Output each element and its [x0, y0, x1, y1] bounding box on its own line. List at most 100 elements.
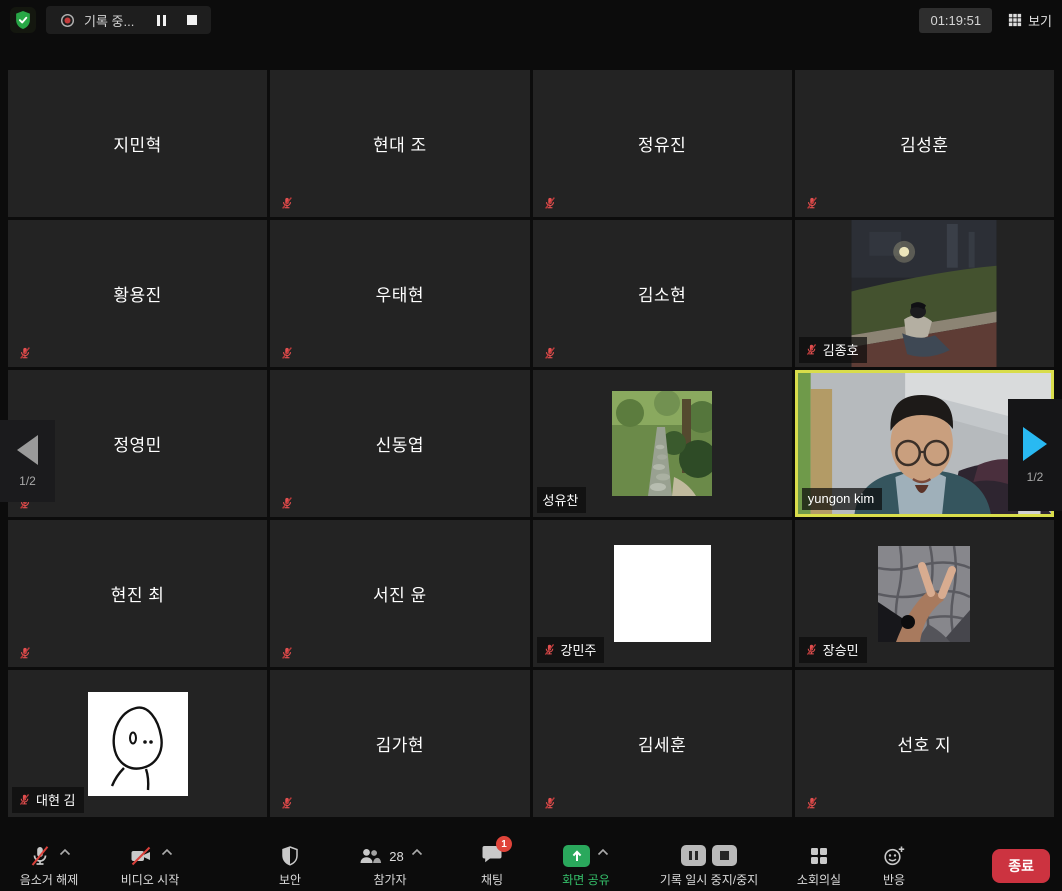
pause-recording-icon[interactable] — [157, 15, 166, 26]
view-button[interactable]: 보기 — [1008, 11, 1052, 30]
muted-mic-icon — [805, 796, 819, 810]
share-screen-icon — [563, 845, 590, 867]
view-label: 보기 — [1028, 11, 1052, 30]
recording-status-text: 기록 중... — [84, 11, 134, 30]
participant-name: 장승민 — [823, 640, 859, 659]
participant-name: 대현 김 — [36, 790, 76, 809]
breakout-rooms-icon — [807, 844, 831, 868]
unmute-button[interactable]: 음소거 해제 — [6, 844, 92, 888]
participant-name: 선호 지 — [795, 670, 1054, 817]
participant-name: 현진 최 — [8, 520, 267, 667]
muted-mic-icon — [543, 643, 556, 656]
tile-jangseungmin[interactable]: 장승민 — [795, 520, 1054, 667]
chevron-up-icon[interactable] — [411, 848, 423, 856]
tile-wootaehyun[interactable]: 우태현 — [270, 220, 529, 367]
record-dot-icon — [60, 13, 75, 28]
reactions-button[interactable]: 반응 — [864, 844, 924, 888]
participants-label: 참가자 — [373, 871, 406, 888]
stop-recording-button[interactable] — [712, 845, 737, 866]
tile-kimsohyun[interactable]: 김소현 — [533, 220, 792, 367]
tile-shindongyeop[interactable]: 신동엽 — [270, 370, 529, 517]
stop-recording-icon[interactable] — [187, 15, 197, 25]
tile-daehyun-kim[interactable]: 대현 김 — [8, 670, 267, 817]
shield-check-icon — [12, 9, 34, 31]
people-icon — [357, 844, 382, 868]
participant-name: 현대 조 — [270, 70, 529, 217]
recording-controls-label: 기록 일시 중지/중지 — [660, 871, 758, 888]
chevron-up-icon[interactable] — [161, 848, 173, 856]
muted-mic-icon — [805, 643, 818, 656]
participant-name: 서진 윤 — [270, 520, 529, 667]
participant-name: 김가현 — [270, 670, 529, 817]
muted-mic-icon — [543, 196, 557, 210]
chevron-left-icon — [17, 435, 38, 465]
tile-seojin-yoon[interactable]: 서진 윤 — [270, 520, 529, 667]
name-label: 김종호 — [799, 337, 867, 363]
chat-button[interactable]: 1 채팅 — [460, 844, 524, 888]
tile-kimjongho[interactable]: 김종호 — [795, 220, 1054, 367]
tile-hyundae-jo[interactable]: 현대 조 — [270, 70, 529, 217]
participant-name: 김세훈 — [533, 670, 792, 817]
tile-sunho-ji[interactable]: 선호 지 — [795, 670, 1054, 817]
top-bar: 기록 중... 01:19:51 보기 — [0, 0, 1062, 40]
participant-name: 성유찬 — [543, 490, 579, 509]
name-label: 성유찬 — [537, 487, 587, 513]
chevron-up-icon[interactable] — [59, 848, 71, 856]
breakout-rooms-button[interactable]: 소회의실 — [784, 844, 854, 888]
tile-jiminhyuk[interactable]: 지민혁 — [8, 70, 267, 217]
start-video-button[interactable]: 비디오 시작 — [98, 844, 202, 888]
tile-hyunjin-choi[interactable]: 현진 최 — [8, 520, 267, 667]
participant-grid: 지민혁 현대 조 정유진 김성훈 황용진 우태현 김소현 — [8, 70, 1054, 817]
name-label: yungon kim — [802, 488, 882, 510]
muted-mic-icon — [805, 196, 819, 210]
meeting-security-badge[interactable] — [10, 7, 36, 33]
muted-mic-icon — [543, 346, 557, 360]
meeting-timer: 01:19:51 — [919, 8, 992, 33]
recording-indicator: 기록 중... — [46, 6, 211, 34]
previous-page-button[interactable]: 1/2 — [0, 420, 55, 502]
name-label: 대현 김 — [12, 787, 84, 813]
participant-name: 신동엽 — [270, 370, 529, 517]
end-meeting-button[interactable]: 종료 — [992, 849, 1050, 883]
muted-mic-icon — [18, 646, 32, 660]
tile-seongyuchan[interactable]: 성유찬 — [533, 370, 792, 517]
muted-mic-icon — [280, 346, 294, 360]
avatar-forest-path — [612, 391, 712, 496]
muted-mic-icon — [805, 343, 818, 356]
name-label: 강민주 — [537, 637, 605, 663]
tile-kimsunghoon[interactable]: 김성훈 — [795, 70, 1054, 217]
share-screen-label: 화면 공유 — [562, 871, 610, 888]
page-indicator: 1/2 — [19, 474, 36, 488]
video-night-scene — [851, 220, 997, 367]
start-video-label: 비디오 시작 — [121, 871, 180, 888]
chevron-up-icon[interactable] — [597, 848, 609, 856]
participant-name: 지민혁 — [8, 70, 267, 217]
participant-name: 황용진 — [8, 220, 267, 367]
pause-recording-button[interactable] — [681, 845, 706, 866]
muted-mic-icon — [280, 196, 294, 210]
security-label: 보안 — [279, 871, 301, 888]
smiley-plus-icon — [882, 844, 906, 868]
tile-jeongyujin[interactable]: 정유진 — [533, 70, 792, 217]
unmute-label: 음소거 해제 — [20, 871, 79, 888]
avatar-white-square — [614, 545, 711, 642]
participant-name: 김소현 — [533, 220, 792, 367]
name-label: 장승민 — [799, 637, 867, 663]
chevron-right-icon — [1023, 427, 1047, 461]
tile-kimsehoon[interactable]: 김세훈 — [533, 670, 792, 817]
next-page-button[interactable]: 1/2 — [1008, 399, 1062, 511]
tile-hwangyongjin[interactable]: 황용진 — [8, 220, 267, 367]
security-button[interactable]: 보안 — [258, 844, 322, 888]
recording-controls[interactable]: 기록 일시 중지/중지 — [634, 844, 784, 888]
muted-mic-icon — [543, 796, 557, 810]
tile-kimgahyun[interactable]: 김가현 — [270, 670, 529, 817]
tile-kangminju[interactable]: 강민주 — [533, 520, 792, 667]
participants-button[interactable]: 28 참가자 — [346, 844, 434, 888]
breakout-rooms-label: 소회의실 — [797, 871, 841, 888]
muted-mic-icon — [280, 796, 294, 810]
mic-muted-icon — [28, 844, 52, 868]
avatar-face-doodle — [88, 692, 188, 796]
camera-muted-icon — [128, 844, 154, 868]
muted-mic-icon — [18, 793, 31, 806]
share-screen-button[interactable]: 화면 공유 — [538, 844, 634, 888]
